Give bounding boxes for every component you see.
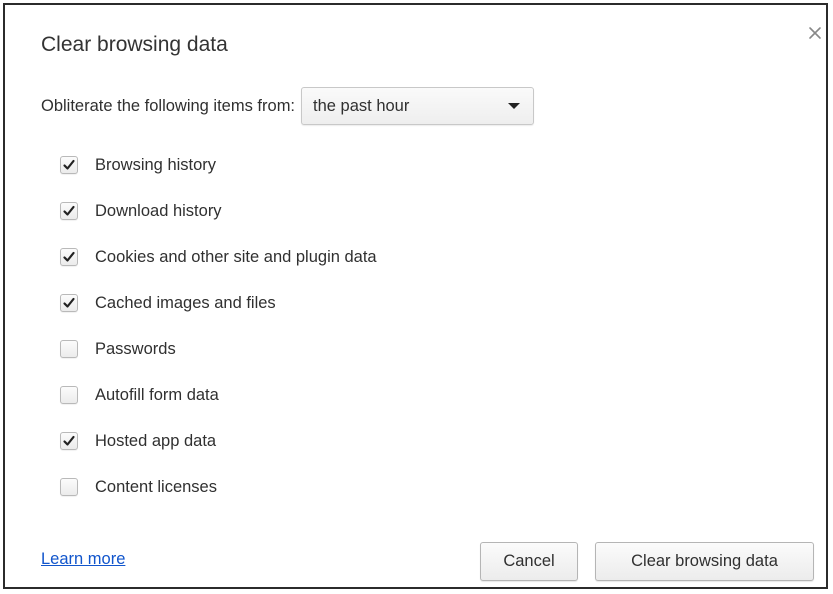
- autofill-checkbox[interactable]: [60, 386, 78, 404]
- checkmark-icon: [63, 251, 75, 262]
- option-download-history[interactable]: Download history: [60, 188, 377, 234]
- content-licenses-checkbox[interactable]: [60, 478, 78, 496]
- option-label: Cached images and files: [95, 293, 276, 312]
- time-range-row: Obliterate the following items from: the…: [41, 87, 535, 125]
- option-label: Cookies and other site and plugin data: [95, 247, 377, 266]
- option-label: Content licenses: [95, 477, 217, 496]
- option-label: Browsing history: [95, 155, 217, 174]
- option-autofill[interactable]: Autofill form data: [60, 372, 377, 418]
- option-browsing-history[interactable]: Browsing history: [60, 142, 377, 188]
- checkmark-icon: [63, 435, 75, 446]
- time-range-selected-value: the past hour: [313, 97, 410, 115]
- option-label: Download history: [95, 201, 222, 220]
- option-cookies[interactable]: Cookies and other site and plugin data: [60, 234, 377, 280]
- dropdown-arrow-icon: [508, 103, 521, 109]
- option-label: Hosted app data: [95, 431, 217, 450]
- option-label: Passwords: [95, 339, 176, 358]
- option-label: Autofill form data: [95, 385, 219, 404]
- close-button[interactable]: [805, 23, 825, 43]
- close-icon: [809, 27, 821, 39]
- data-types-list: Browsing history Download history Cookie…: [60, 142, 377, 510]
- time-range-label: Obliterate the following items from:: [41, 96, 296, 115]
- cookies-checkbox[interactable]: [60, 248, 78, 266]
- cached-images-checkbox[interactable]: [60, 294, 78, 312]
- learn-more-link[interactable]: Learn more: [41, 550, 125, 569]
- hosted-app-data-checkbox[interactable]: [60, 432, 78, 450]
- option-passwords[interactable]: Passwords: [60, 326, 377, 372]
- option-cached-images[interactable]: Cached images and files: [60, 280, 377, 326]
- checkmark-icon: [63, 297, 75, 308]
- passwords-checkbox[interactable]: [60, 340, 78, 358]
- option-content-licenses[interactable]: Content licenses: [60, 464, 377, 510]
- checkmark-icon: [63, 159, 75, 170]
- checkmark-icon: [63, 205, 75, 216]
- browsing-history-checkbox[interactable]: [60, 156, 78, 174]
- clear-browsing-data-button[interactable]: Clear browsing data: [595, 542, 814, 581]
- download-history-checkbox[interactable]: [60, 202, 78, 220]
- clear-browsing-data-dialog: Clear browsing data Obliterate the follo…: [3, 3, 828, 589]
- cancel-button[interactable]: Cancel: [480, 542, 578, 581]
- dialog-title: Clear browsing data: [41, 33, 228, 56]
- time-range-select[interactable]: the past hour: [301, 87, 535, 125]
- option-hosted-app-data[interactable]: Hosted app data: [60, 418, 377, 464]
